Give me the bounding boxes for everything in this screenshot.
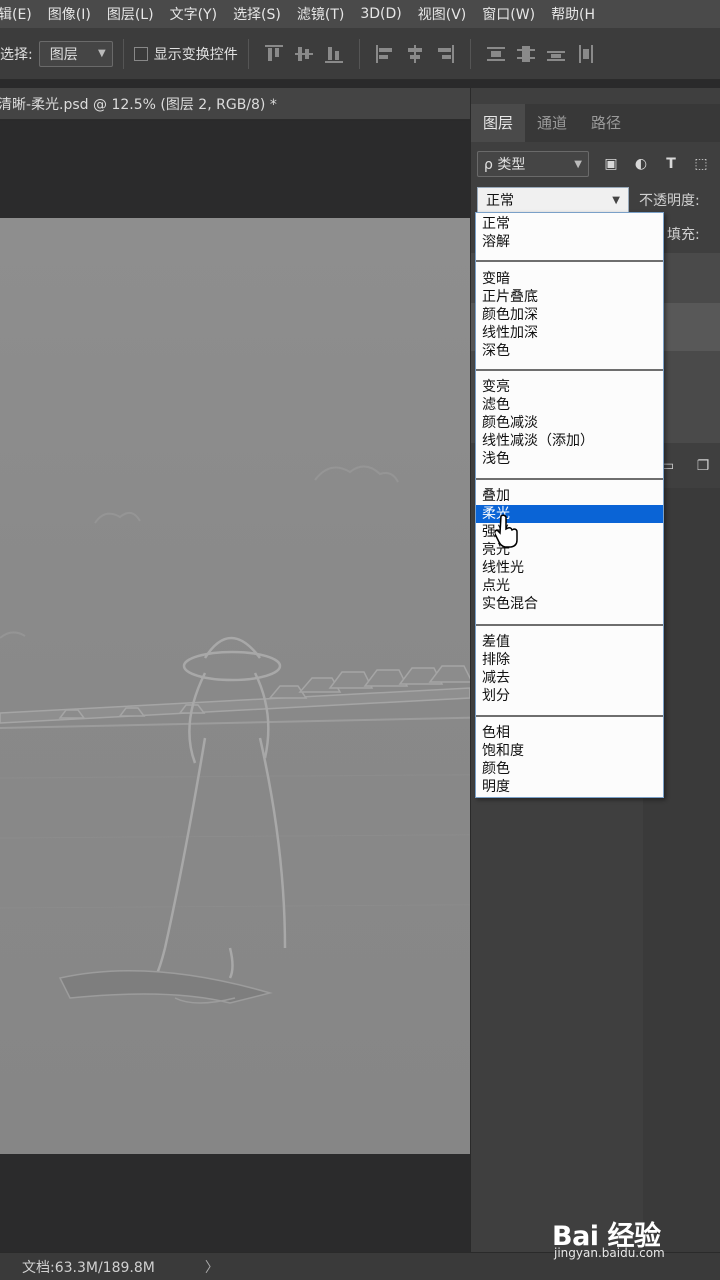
show-transform-label: 显示变换控件 xyxy=(153,46,238,63)
blend-option-overlay[interactable]: 叠加 xyxy=(476,487,663,505)
blend-option-hue[interactable]: 色相 xyxy=(476,724,663,742)
menu-divider xyxy=(476,369,663,371)
blend-option-dissolve[interactable]: 溶解 xyxy=(476,233,663,251)
align-bottom-icon[interactable] xyxy=(324,45,343,63)
divider xyxy=(358,38,360,69)
blend-option-exclusion[interactable]: 排除 xyxy=(476,651,663,669)
menu-type[interactable]: 文字(Y) xyxy=(162,4,225,24)
menu-edit[interactable]: 辑(E) xyxy=(0,4,40,24)
blend-mode-select[interactable]: 正常 ▼ xyxy=(477,187,629,213)
blend-option-hard-mix[interactable]: 实色混合 xyxy=(476,595,663,613)
panel-tabs: 图层 通道 路径 xyxy=(471,104,720,142)
new-layer-icon[interactable]: ❐ xyxy=(697,458,710,474)
menu-divider xyxy=(476,478,663,480)
shape-filter-icon[interactable]: ⬚ xyxy=(693,156,709,172)
blend-option-linear-light[interactable]: 线性光 xyxy=(476,559,663,577)
divider xyxy=(469,38,471,69)
auto-select-value: 图层 xyxy=(49,46,78,63)
align-left-icon[interactable] xyxy=(375,44,394,63)
align-right-icon[interactable] xyxy=(436,44,454,63)
align-top-icon[interactable] xyxy=(264,44,283,63)
distribute-vcenter-icon[interactable] xyxy=(516,45,535,63)
show-transform-checkbox[interactable] xyxy=(133,46,148,61)
tab-paths[interactable]: 路径 xyxy=(579,104,633,142)
blend-option-luminosity[interactable]: 明度 xyxy=(476,778,663,796)
blend-row: 正常 ▼ 不透明度: xyxy=(477,186,720,214)
menu-layer[interactable]: 图层(L) xyxy=(99,4,162,24)
blend-option-screen[interactable]: 滤色 xyxy=(476,396,663,414)
align-vcenter-icon[interactable] xyxy=(294,45,313,63)
menu-help[interactable]: 帮助(H xyxy=(543,4,603,24)
select-label: 选择: xyxy=(0,46,33,63)
distribute-bottom-icon[interactable] xyxy=(546,45,565,63)
blend-option-saturation[interactable]: 饱和度 xyxy=(476,742,663,760)
blend-option-color[interactable]: 颜色 xyxy=(476,760,663,778)
menu-filter[interactable]: 滤镜(T) xyxy=(289,4,352,24)
blend-option-color-burn[interactable]: 颜色加深 xyxy=(476,306,663,324)
align-hcenter-icon[interactable] xyxy=(406,44,424,63)
distribute-top-icon[interactable] xyxy=(486,45,505,63)
type-filter-icon[interactable]: T xyxy=(663,156,679,172)
menu-window[interactable]: 窗口(W) xyxy=(474,4,543,24)
blend-option-multiply[interactable]: 正片叠底 xyxy=(476,288,663,306)
blend-option-darken[interactable]: 变暗 xyxy=(476,270,663,288)
opacity-label: 不透明度: xyxy=(639,193,700,209)
panel-bottom-icons: ▭ ❐ xyxy=(661,458,709,474)
menu-divider xyxy=(476,260,663,262)
menu-view[interactable]: 视图(V) xyxy=(410,4,475,24)
blend-mode-value: 正常 xyxy=(486,193,514,209)
layer-filter-row: ρ 类型 ▼ ▣ ◐ T ⬚ xyxy=(477,150,720,178)
divider xyxy=(247,38,249,69)
menu-bar: 辑(E) 图像(I) 图层(L) 文字(Y) 选择(S) 滤镜(T) 3D(D)… xyxy=(0,0,720,28)
blend-option-linear-dodge[interactable]: 线性减淡（添加） xyxy=(476,432,663,450)
document-title: 清晰-柔光.psd @ 12.5% (图层 2, RGB/8) * xyxy=(0,96,277,113)
fill-label: 填充: xyxy=(667,227,700,243)
menu-select[interactable]: 选择(S) xyxy=(225,4,289,24)
menu-3d[interactable]: 3D(D) xyxy=(352,6,409,22)
pixel-filter-icon[interactable]: ▣ xyxy=(603,156,619,172)
status-menu-arrow-icon[interactable]: 〉 xyxy=(205,1257,219,1277)
chevron-down-icon: ▼ xyxy=(612,194,620,206)
menu-image[interactable]: 图像(I) xyxy=(40,4,99,24)
options-bar: 选择: 图层 ▼ 显示变换控件 xyxy=(0,28,720,80)
chevron-down-icon: ▼ xyxy=(98,48,106,59)
hand-cursor-icon xyxy=(495,514,518,548)
layer-kind-filter[interactable]: ρ 类型 ▼ xyxy=(477,151,589,177)
distribute-left-icon[interactable] xyxy=(577,44,595,63)
chevron-down-icon: ▼ xyxy=(574,158,582,170)
blend-option-divide[interactable]: 划分 xyxy=(476,687,663,705)
blend-option-pin-light[interactable]: 点光 xyxy=(476,577,663,595)
baidu-watermark: Bai 经验 jingyan.baidu.com xyxy=(552,1198,712,1268)
blend-option-difference[interactable]: 差值 xyxy=(476,633,663,651)
auto-select-dropdown[interactable]: 图层 ▼ xyxy=(38,40,113,67)
layer-kind-filter-label: ρ 类型 xyxy=(484,157,526,173)
menu-divider xyxy=(476,624,663,626)
tab-channels[interactable]: 通道 xyxy=(525,104,579,142)
divider xyxy=(122,38,124,69)
blend-option-subtract[interactable]: 减去 xyxy=(476,669,663,687)
menu-divider xyxy=(476,715,663,717)
document-tab[interactable]: 清晰-柔光.psd @ 12.5% (图层 2, RGB/8) * xyxy=(0,88,470,120)
blend-option-lighten[interactable]: 变亮 xyxy=(476,378,663,396)
blend-option-color-dodge[interactable]: 颜色减淡 xyxy=(476,414,663,432)
document-size: 文档:63.3M/189.8M xyxy=(22,1259,155,1276)
watermark-url: jingyan.baidu.com xyxy=(554,1246,665,1260)
blend-option-darker-color[interactable]: 深色 xyxy=(476,342,663,360)
blend-mode-menu: 正常 溶解 变暗 正片叠底 颜色加深 线性加深 深色 变亮 滤色 颜色减淡 线性… xyxy=(475,212,664,798)
adjustment-filter-icon[interactable]: ◐ xyxy=(633,156,649,172)
blend-option-normal[interactable]: 正常 xyxy=(476,215,663,233)
blend-option-linear-burn[interactable]: 线性加深 xyxy=(476,324,663,342)
tab-layers[interactable]: 图层 xyxy=(471,104,526,142)
blend-option-lighter-color[interactable]: 浅色 xyxy=(476,450,663,468)
